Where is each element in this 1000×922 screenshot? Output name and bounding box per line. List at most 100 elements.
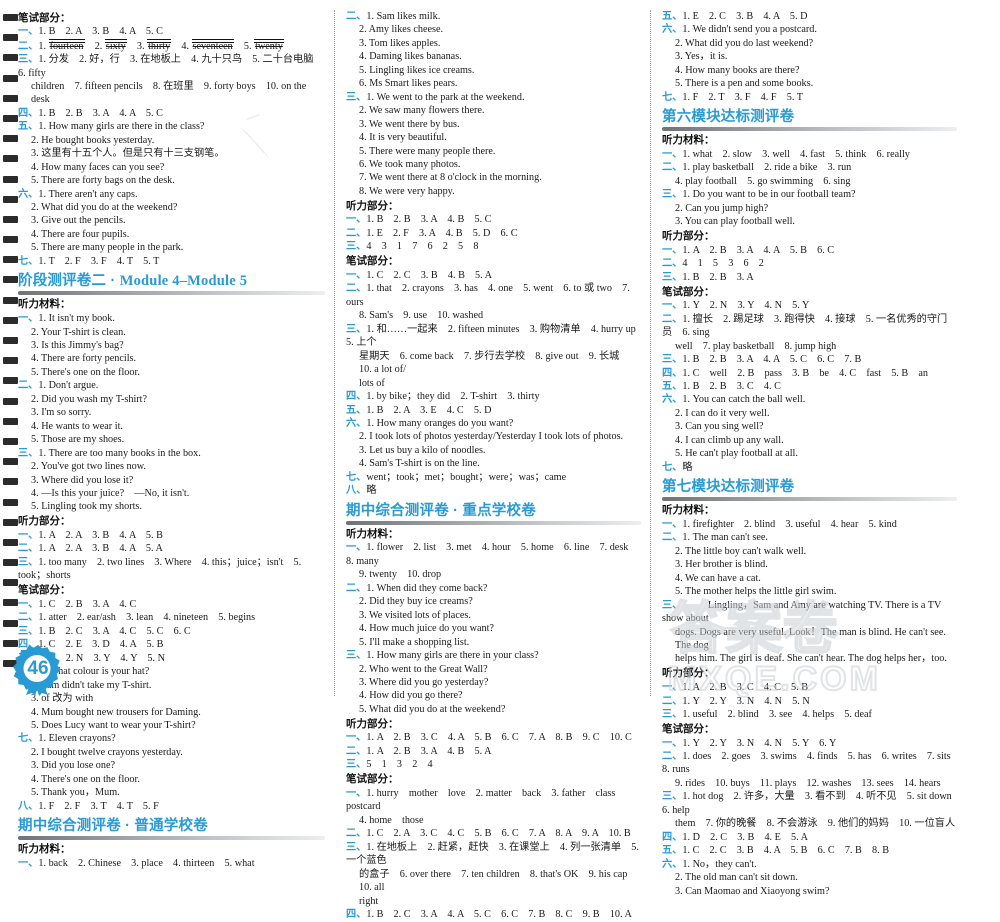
answer-subline: 5. There's one on the floor. (31, 366, 140, 378)
section-divider (346, 520, 641, 525)
answer-text: 1. The man can't see. (682, 532, 768, 544)
answer-text: 1. by bike；they did 2. T-shirt 3. thirty (366, 391, 540, 403)
answer-group-number: 一、 (346, 732, 367, 744)
answer-subline: 3. You can play football well. (675, 216, 795, 228)
answer-line: 三、1. Do you want to be in our football t… (662, 188, 957, 201)
answer-subline: 2. Your T-shirt is clean. (31, 326, 126, 338)
answer-line: 五、1. B 2. B 3. C 4. C (662, 380, 957, 393)
answer-group-number: 五、 (18, 121, 39, 133)
answer-subline: 4. He wants to wear it. (31, 420, 123, 432)
answer-group-number: 五、 (346, 404, 367, 416)
answer-subline: 4. We can have a cat. (675, 572, 761, 584)
answer-text: 1. that 2. crayons 3. has 4. one 5. went… (346, 283, 630, 308)
answer-text: 1. useful 2. blind 3. see 4. helps 5. de… (682, 708, 872, 720)
answer-text: 1. B 2. B 3. A 4. A 5. C 6. C 7. B (682, 354, 862, 366)
answer-group-number: 四、 (662, 831, 683, 843)
answer-subline: 2. I bought twelve crayons yesterday. (31, 746, 183, 758)
columns-container: 笔试部分： 一、1. B 2. A 3. B 4. A 5. C 二、1. four… (18, 10, 990, 920)
answer-line: 一、1. back 2. Chinese 3. place 4. thirtee… (18, 857, 325, 870)
section-title-module: Module 4–Module 5 (119, 273, 248, 290)
binding-mark (3, 458, 18, 466)
binding-mark (3, 397, 18, 405)
part-heading: 笔试部分： (662, 722, 715, 735)
answer-text: 1. There are too many books in the box. (38, 447, 201, 459)
answer-line: 一、1. flower 2. list 3. met 4. hour 5. ho… (346, 541, 641, 568)
answer-group-number: 三、 (346, 241, 367, 253)
corrected-word: seventeen (191, 38, 234, 52)
answer-continuation: helps him. The girl is deaf. She can't h… (675, 653, 947, 665)
binding-mark (3, 518, 18, 526)
answer-group-number: 五、 (662, 845, 683, 857)
answer-text: 1. How many girls are there in your clas… (366, 650, 539, 662)
answer-subline: 2. Sam didn't take my T-shirt. (31, 679, 152, 691)
answer-subline: 3. Did you lose one? (31, 760, 116, 772)
answer-text: 1. Y 2. Y 3. N 4. N 5. N (682, 695, 810, 707)
answer-line: 七、1. T 2. F 3. F 4. T 5. T (18, 255, 325, 268)
answer-continuation: well 7. play basketball 8. jump high (675, 340, 837, 352)
binding-mark (3, 316, 18, 324)
answer-group-number: 三、 (346, 323, 367, 335)
answer-line: 二、1. Don't argue. (18, 379, 325, 392)
answer-group-number: 一、 (18, 26, 39, 38)
answer-group-number: 四、 (346, 909, 367, 921)
answer-subline: 5. I'll make a shopping list. (359, 636, 470, 648)
answer-line: 一、1. A 2. B 3. A 4. A 5. B 6. C (662, 244, 957, 257)
answer-subline: 2. He bought books yesterday. (31, 134, 155, 146)
answer-continuation: 的盒子 6. over there 7. ten children 8. tha… (359, 868, 638, 894)
answer-group-number: 三、 (662, 354, 683, 366)
answer-text: 1. We didn't send you a postcard. (682, 24, 817, 36)
answer-line: 二、1. C 2. A 3. C 4. C 5. B 6. C 7. A 8. … (346, 827, 641, 840)
answer-line: 三、 Lingling，Sam and Amy are watching TV.… (662, 599, 957, 626)
answer-subline: 5. There is a pen and some books. (675, 78, 814, 90)
section-title: 第七模块达标测评卷 (662, 478, 957, 496)
part-heading: 听力部分： (662, 667, 715, 680)
answer-line: 七、went；took；met；bought；were；was；came (346, 471, 641, 484)
answer-subline: 3. of 改为 with (31, 693, 94, 705)
part-heading: 听力材料： (18, 298, 71, 311)
answer-line: 三、1. B 2. B 3. A (662, 271, 957, 284)
answer-group-number: 二、 (662, 313, 683, 325)
answer-line: 三、1. 分发 2. 好，行 3. 在地板上 4. 九十只鸟 5. 二十台电脑 … (18, 53, 325, 80)
answer-line: 七、1. Eleven crayons? (18, 732, 325, 745)
answer-subline: 2. Can you jump high? (675, 202, 769, 214)
answer-group-number: 七、 (18, 733, 39, 745)
answer-subline: 5. The mother helps the little girl swim… (675, 586, 837, 598)
answer-text: 1. How many girls are there in the class… (38, 121, 205, 133)
answer-text: 1. back 2. Chinese 3. place 4. thirteen … (38, 857, 255, 869)
answer-line: 八、略 (346, 484, 641, 497)
answer-line: 三、1. There are too many books in the box… (18, 447, 325, 460)
section-divider (662, 497, 957, 502)
answer-subline: 3. Is this Jimmy's bag? (31, 339, 124, 351)
answer-subline: 3. Can you sing well? (675, 421, 764, 433)
corrected-word: sixty (104, 38, 127, 52)
answer-continuation: 4. home those (359, 814, 424, 826)
answer-text: 1. B 2. A 3. B 4. A 5. C (38, 26, 163, 38)
answer-group-number: 五、 (662, 381, 683, 393)
answer-group-number: 二、 (662, 162, 683, 174)
answer-group-number: 一、 (662, 244, 683, 256)
answer-line: 二、1. does 2. goes 3. swims 4. finds 5. h… (662, 750, 961, 777)
section-divider (662, 127, 957, 132)
answer-text: 1. A 2. B 3. C 4. C 5. B (682, 682, 809, 694)
answer-line: 二、1. that 2. crayons 3. has 4. one 5. we… (346, 282, 641, 309)
col-3: 五、1. E 2. C 3. B 4. A 5. D 六、1. We didn't… (650, 10, 966, 897)
answer-group-number: 一、 (662, 300, 683, 312)
answer-text: 略 (366, 485, 377, 497)
binding-mark (3, 256, 18, 264)
answer-continuation: right (359, 895, 379, 907)
answer-line: 三、1. B 2. C 3. A 4. C 5. C 6. C (18, 625, 325, 638)
answer-subline: 4. I can climb up any wall. (675, 434, 784, 446)
binding-mark (3, 175, 18, 183)
part-heading: 听力部分： (662, 230, 715, 243)
binding-mark (3, 236, 18, 244)
answer-subline: 8. We were very happy. (359, 185, 455, 197)
answer-line: 一、1. C 2. C 3. B 4. B 5. A (346, 269, 641, 282)
binding-mark (3, 478, 18, 486)
answer-group-number: 三、 (18, 556, 39, 568)
answer-line: 一、1. It isn't my book. (18, 312, 325, 325)
answer-subline: 5. Those are my shoes. (31, 434, 125, 446)
answer-subline: 2. I can do it very well. (675, 407, 770, 419)
answer-text: 1. A 2. B 3. A 4. B 5. A (366, 745, 492, 757)
answer-line: 三、1. too many 2. two lines 3. Where 4. t… (18, 556, 325, 583)
answer-line: 四、1. C 2. E 3. D 4. A 5. B (18, 638, 325, 651)
